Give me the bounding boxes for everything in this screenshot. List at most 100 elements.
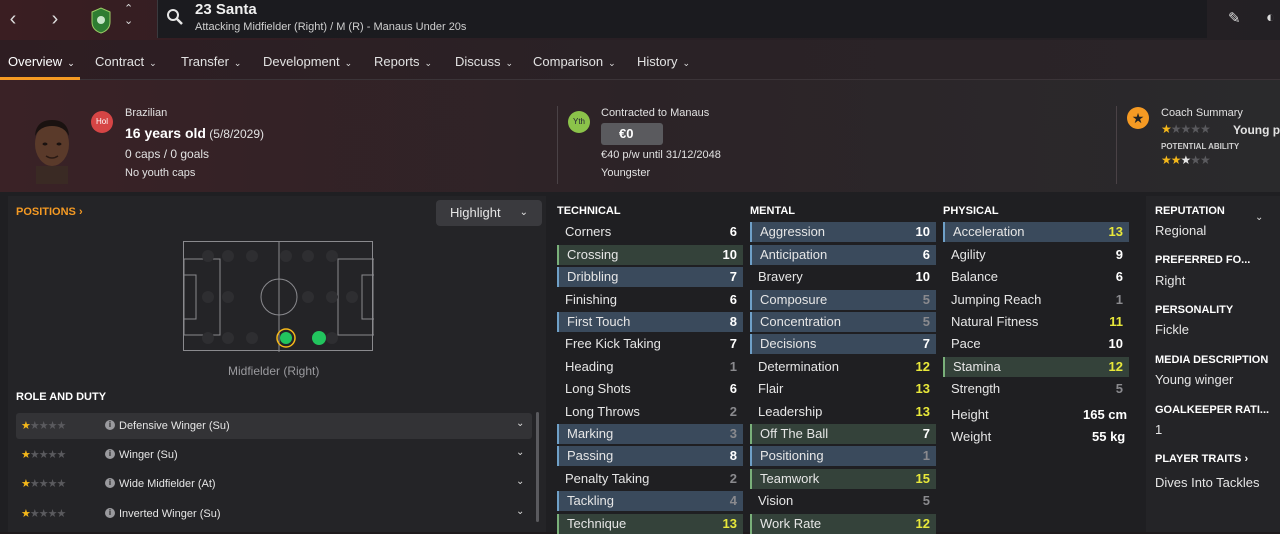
nationality: Brazilian	[125, 107, 168, 119]
roles-scrollbar[interactable]	[536, 412, 539, 522]
current-ability-stars: ★★★★★	[1161, 122, 1211, 136]
potential-ability-label: POTENTIAL ABILITY	[1161, 142, 1240, 151]
coach-star-icon: ★	[1127, 107, 1149, 129]
player-name: 23 Santa	[195, 1, 257, 18]
globe-icon[interactable]: ◐	[1266, 9, 1275, 26]
personality-value: Fickle	[1155, 322, 1189, 337]
potential-ability-stars: ★★★★★	[1161, 153, 1211, 167]
preferred-foot-title: PREFERRED FO...	[1155, 254, 1251, 266]
attr-positioning[interactable]: Positioning 1	[750, 446, 936, 466]
forward-arrow-icon[interactable]: ›	[44, 8, 66, 30]
attr-composure[interactable]: Composure 5	[750, 290, 936, 310]
role-row[interactable]: ★★★★★ i Inverted Winger (Su) ⌄	[16, 501, 532, 527]
attr-stamina[interactable]: Stamina 12	[943, 357, 1129, 377]
attr-jumping-reach[interactable]: Jumping Reach 1	[943, 290, 1129, 310]
info-icon[interactable]: i	[105, 449, 115, 459]
chevron-down-icon[interactable]: ⌄	[516, 447, 524, 458]
chevron-down-icon[interactable]: ⌄	[1255, 212, 1263, 223]
goalkeeper-rating-title: GOALKEEPER RATI...	[1155, 404, 1270, 416]
wage-chip[interactable]: €0	[601, 123, 663, 145]
role-name: Wide Midfielder (At)	[119, 478, 216, 490]
chevron-down-icon[interactable]: ⌄	[516, 418, 524, 429]
tab-development[interactable]: Development ⌄	[263, 54, 352, 69]
caps-goals: 0 caps / 0 goals	[125, 147, 210, 161]
reputation-title: REPUTATION	[1155, 205, 1225, 217]
contract-club: Contracted to Manaus	[601, 107, 710, 119]
attr-natural-fitness[interactable]: Natural Fitness 11	[943, 312, 1129, 332]
role-rating-stars: ★★★★★	[21, 478, 66, 490]
chevron-down-icon[interactable]: ⌄	[516, 506, 524, 517]
attr-aggression[interactable]: Aggression 10	[750, 222, 936, 242]
attr-marking[interactable]: Marking 3	[557, 424, 743, 444]
tab-discuss[interactable]: Discuss ⌄	[455, 54, 513, 69]
attr-work-rate[interactable]: Work Rate 12	[750, 514, 936, 534]
age: 16 years old (5/8/2029)	[125, 125, 264, 141]
tab-overview[interactable]: Overview ⌄	[8, 54, 75, 69]
tab-comparison[interactable]: Comparison ⌄	[533, 54, 616, 69]
edit-pencil-icon[interactable]: ✎	[1228, 9, 1241, 27]
attr-teamwork[interactable]: Teamwork 15	[750, 469, 936, 489]
attr-decisions[interactable]: Decisions 7	[750, 334, 936, 354]
attr-flair[interactable]: Flair 13	[750, 379, 936, 399]
positions-link[interactable]: POSITIONS ›	[16, 206, 83, 218]
attr-strength[interactable]: Strength 5	[943, 379, 1129, 399]
role-name: Inverted Winger (Su)	[119, 508, 221, 520]
attr-finishing[interactable]: Finishing 6	[557, 290, 743, 310]
personality-title: PERSONALITY	[1155, 304, 1234, 316]
attr-vision[interactable]: Vision 5	[750, 491, 936, 511]
attr-crossing[interactable]: Crossing 10	[557, 245, 743, 265]
attr-bravery[interactable]: Bravery 10	[750, 267, 936, 287]
attr-corners[interactable]: Corners 6	[557, 222, 743, 242]
attr-technique[interactable]: Technique 13	[557, 514, 743, 534]
highlight-dropdown[interactable]: Highlight ⌄	[436, 200, 542, 226]
attr-long-throws[interactable]: Long Throws 2	[557, 402, 743, 422]
attr-long-shots[interactable]: Long Shots 6	[557, 379, 743, 399]
info-icon[interactable]: i	[105, 478, 115, 488]
attr-anticipation[interactable]: Anticipation 6	[750, 245, 936, 265]
role-row[interactable]: ★★★★★ i Defensive Winger (Su) ⌄	[16, 413, 532, 439]
info-icon[interactable]: i	[105, 508, 115, 518]
squad-status: Youngster	[601, 167, 651, 179]
attr-tackling[interactable]: Tackling 4	[557, 491, 743, 511]
attr-dribbling[interactable]: Dribbling 7	[557, 267, 743, 287]
attr-determination[interactable]: Determination 12	[750, 357, 936, 377]
attr-first-touch[interactable]: First Touch 8	[557, 312, 743, 332]
attr-balance[interactable]: Balance 6	[943, 267, 1129, 287]
info-icon[interactable]: i	[105, 420, 115, 430]
role-row[interactable]: ★★★★★ i Wide Midfielder (At) ⌄	[16, 471, 532, 497]
attr-penalty-taking[interactable]: Penalty Taking 2	[557, 469, 743, 489]
technical-title: TECHNICAL	[557, 205, 621, 217]
club-crest-icon[interactable]	[90, 6, 112, 34]
tab-reports[interactable]: Reports ⌄	[374, 54, 432, 69]
player-traits-link[interactable]: PLAYER TRAITS ›	[1155, 453, 1248, 465]
height-label: Height	[951, 407, 989, 422]
reputation-value: Regional	[1155, 223, 1207, 238]
attr-acceleration[interactable]: Acceleration 13	[943, 222, 1129, 242]
attr-off-the-ball[interactable]: Off The Ball 7	[750, 424, 936, 444]
tab-transfer[interactable]: Transfer ⌄	[181, 54, 241, 69]
tab-contract[interactable]: Contract ⌄	[95, 54, 157, 69]
role-name: Winger (Su)	[119, 449, 178, 461]
attr-passing[interactable]: Passing 8	[557, 446, 743, 466]
tab-bar: Overview ⌄ Contract ⌄ Transfer ⌄ Developmen…	[0, 40, 1280, 80]
search-icon[interactable]	[166, 8, 184, 26]
attr-free-kick-taking[interactable]: Free Kick Taking 7	[557, 334, 743, 354]
role-row[interactable]: ★★★★★ i Winger (Su) ⌄	[16, 442, 532, 468]
goalkeeper-rating-value: 1	[1155, 422, 1163, 437]
mental-title: MENTAL	[750, 205, 796, 217]
role-duty-title: ROLE AND DUTY	[16, 391, 107, 403]
header-divider	[1116, 106, 1117, 184]
nationality-badge[interactable]: Hol	[91, 111, 113, 133]
attr-concentration[interactable]: Concentration 5	[750, 312, 936, 332]
attr-heading[interactable]: Heading 1	[557, 357, 743, 377]
media-description-title: MEDIA DESCRIPTION	[1155, 354, 1269, 366]
back-arrow-icon[interactable]: ‹	[2, 8, 24, 30]
chevron-down-icon[interactable]: ⌄	[516, 476, 524, 487]
attr-agility[interactable]: Agility 9	[943, 245, 1129, 265]
player-avatar[interactable]	[28, 114, 76, 184]
attr-pace[interactable]: Pace 10	[943, 334, 1129, 354]
wage-text: €40 p/w until 31/12/2048	[601, 149, 721, 161]
tab-history[interactable]: History ⌄	[637, 54, 690, 69]
player-switch-arrows-icon[interactable]: ⌃ ⌄	[124, 3, 133, 27]
attr-leadership[interactable]: Leadership 13	[750, 402, 936, 422]
